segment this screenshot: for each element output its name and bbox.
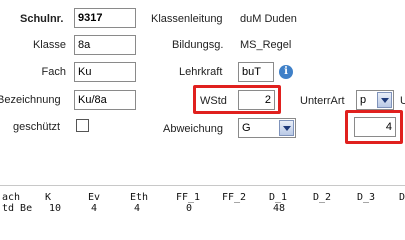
wstd-label: WStd xyxy=(200,95,227,107)
klassenleitung-value: duM Duden xyxy=(240,13,297,25)
grid-cell: 4 xyxy=(91,203,98,214)
bildungsg-value: MS_Regel xyxy=(240,39,292,51)
grid-cell: 48 xyxy=(273,203,286,214)
grid-header-d: D xyxy=(399,192,405,203)
grid-header-eth: Eth xyxy=(130,192,149,203)
wstd-field[interactable]: 2 xyxy=(238,90,275,110)
bezeichnung-field[interactable]: Ku/8a xyxy=(74,90,136,110)
lehrkraft-label: Lehrkraft xyxy=(179,66,223,78)
unterrart-select[interactable]: p xyxy=(356,90,394,110)
klasse-field[interactable]: 8a xyxy=(74,35,136,55)
schulnr-field[interactable]: 9317 xyxy=(74,8,136,28)
klassenleitung-label: Klassenleitung xyxy=(151,13,223,25)
grid-header-fach: ach xyxy=(2,192,21,203)
grid-header-k: K xyxy=(45,192,52,203)
geschuetzt-label: geschützt xyxy=(13,121,61,133)
course-form: Schulnr. 9317 Klassenleitung duM Duden K… xyxy=(0,0,405,185)
unterrart-label: UnterrArt xyxy=(300,95,345,107)
abweichung-value: G xyxy=(242,122,251,134)
schulnr-label: Schulnr. xyxy=(20,13,64,25)
abweichung-label: Abweichung xyxy=(163,123,223,135)
data-grid: ach K Ev Eth FF_1 FF_2 D_1 D_2 D_3 D td … xyxy=(0,185,405,222)
chevron-down-icon[interactable] xyxy=(377,92,392,108)
grid-header-d2: D_2 xyxy=(313,192,332,203)
chevron-down-icon[interactable] xyxy=(279,120,294,136)
abweichung-select[interactable]: G xyxy=(238,118,296,138)
unterrart-extra: U xyxy=(400,95,405,107)
fach-label: Fach xyxy=(41,66,66,78)
abweichung-number-field[interactable]: 4 xyxy=(354,117,396,137)
klasse-label: Klasse xyxy=(32,39,66,51)
bildungsg-label: Bildungsg. xyxy=(172,39,224,51)
grid-header-d3: D_3 xyxy=(357,192,376,203)
unterrart-value: p xyxy=(360,94,367,106)
grid-cell: td Be xyxy=(2,203,33,214)
grid-header-ev: Ev xyxy=(88,192,101,203)
grid-header-ff2: FF_2 xyxy=(222,192,247,203)
grid-cell: 4 xyxy=(134,203,141,214)
grid-header-d1: D_1 xyxy=(269,192,288,203)
lehrkraft-field[interactable]: buT xyxy=(238,62,274,82)
info-icon[interactable]: i xyxy=(279,65,293,79)
grid-header-ff1: FF_1 xyxy=(176,192,201,203)
geschuetzt-checkbox[interactable] xyxy=(76,119,89,132)
grid-cell: 0 xyxy=(186,203,193,214)
bezeichnung-label: Bezeichnung xyxy=(0,94,61,106)
grid-cell: 10 xyxy=(49,203,62,214)
fach-field[interactable]: Ku xyxy=(74,62,136,82)
